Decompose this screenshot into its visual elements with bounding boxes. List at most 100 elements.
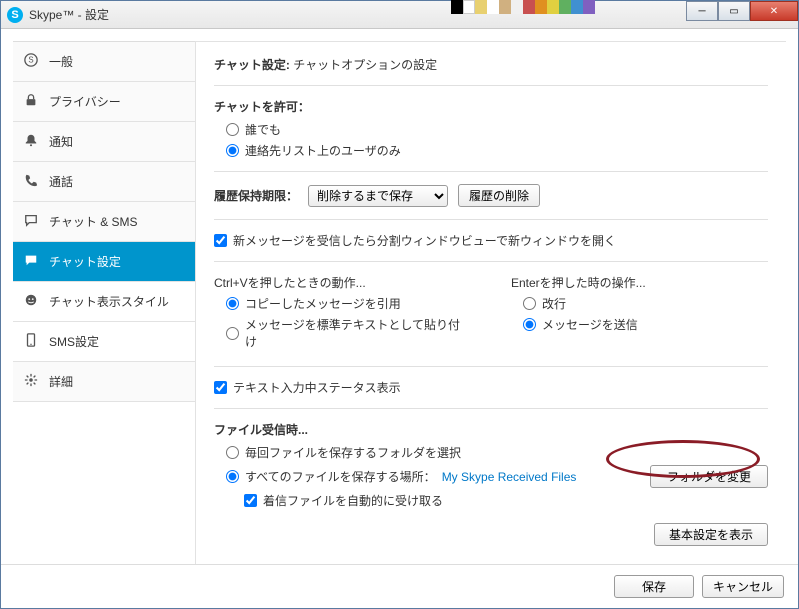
allow-anyone-radio[interactable]: [226, 123, 239, 136]
ctrlv-quote-row[interactable]: コピーしたメッセージを引用: [226, 295, 471, 312]
enter-newline-label: 改行: [542, 295, 566, 312]
enter-send-label: メッセージを送信: [542, 316, 638, 333]
sidebar-item-privacy[interactable]: プライバシー: [13, 82, 195, 122]
allow-contacts-radio[interactable]: [226, 144, 239, 157]
window-title: Skype™ - 設定: [29, 6, 109, 23]
bell-icon: [23, 133, 39, 150]
section-file-receive: ファイル受信時... 毎回ファイルを保存するフォルダを選択 すべてのファイルを保…: [214, 421, 768, 509]
file-saveall-row[interactable]: すべてのファイルを保存する場所： My Skype Received Files…: [226, 465, 768, 488]
sidebar-item-notifications[interactable]: 通知: [13, 122, 195, 162]
divider: [214, 366, 768, 367]
color-swatches: [451, 0, 595, 14]
file-saveall-radio[interactable]: [226, 470, 239, 483]
skype-logo-icon: S: [7, 7, 23, 23]
close-button[interactable]: ✕: [750, 1, 798, 21]
delete-history-button[interactable]: 履歴の削除: [458, 184, 540, 207]
cancel-button[interactable]: キャンセル: [702, 575, 784, 598]
divider: [214, 408, 768, 409]
split-window-checkbox[interactable]: [214, 234, 227, 247]
enter-send-row[interactable]: メッセージを送信: [523, 316, 768, 333]
ctrlv-quote-radio[interactable]: [226, 297, 239, 310]
sidebar-item-label: チャット & SMS: [49, 213, 138, 230]
enter-label: Enterを押した時の操作...: [511, 276, 646, 290]
show-basic-settings-button[interactable]: 基本設定を表示: [654, 523, 768, 546]
file-saveall-path[interactable]: My Skype Received Files: [442, 470, 577, 484]
file-receive-label: ファイル受信時...: [214, 421, 768, 438]
sidebar-item-calls[interactable]: 通話: [13, 162, 195, 202]
sidebar-item-chat-settings[interactable]: チャット設定: [13, 242, 195, 282]
sidebar-item-general[interactable]: S 一般: [13, 42, 195, 82]
phone-icon: [23, 173, 39, 190]
lock-icon: [23, 93, 39, 110]
titlebar: S Skype™ - 設定 ─ ▭ ✕: [1, 1, 798, 29]
sidebar-item-advanced[interactable]: 詳細: [13, 362, 195, 402]
split-window-row[interactable]: 新メッセージを受信したら分割ウィンドウビューで新ウィンドウを開く: [214, 232, 768, 249]
ctrlv-column: Ctrl+Vを押したときの動作... コピーしたメッセージを引用 メッセージを標…: [214, 274, 471, 354]
sidebar-item-sms-settings[interactable]: SMS設定: [13, 322, 195, 362]
window-body: S 一般 プライバシー 通知 通話: [1, 29, 798, 564]
footer: 保存 キャンセル: [1, 564, 798, 608]
split-window-label: 新メッセージを受信したら分割ウィンドウビューで新ウィンドウを開く: [233, 232, 616, 249]
allow-anyone-row[interactable]: 誰でも: [226, 121, 768, 138]
typing-status-checkbox[interactable]: [214, 381, 227, 394]
allow-contacts-row[interactable]: 連絡先リスト上のユーザのみ: [226, 142, 768, 159]
history-retention-select[interactable]: 削除するまで保存: [308, 185, 448, 207]
file-choose-folder-label: 毎回ファイルを保存するフォルダを選択: [245, 444, 461, 461]
typing-status-label: テキスト入力中ステータス表示: [233, 379, 401, 396]
sidebar-item-label: チャット表示スタイル: [49, 293, 169, 310]
divider: [214, 171, 768, 172]
enter-newline-row[interactable]: 改行: [523, 295, 768, 312]
save-button[interactable]: 保存: [614, 575, 694, 598]
enter-newline-radio[interactable]: [523, 297, 536, 310]
divider: [214, 261, 768, 262]
divider: [214, 219, 768, 220]
content-header: チャット設定: チャットオプションの設定: [214, 56, 768, 73]
svg-text:S: S: [28, 56, 33, 65]
file-saveall-prefix: すべてのファイルを保存する場所：: [245, 468, 436, 485]
sidebar-item-label: プライバシー: [49, 93, 121, 110]
ctrlv-paste-row[interactable]: メッセージを標準テキストとして貼り付け: [226, 316, 471, 350]
smiley-icon: [23, 293, 39, 310]
allow-anyone-label: 誰でも: [245, 121, 281, 138]
sidebar-item-chat-sms[interactable]: チャット & SMS: [13, 202, 195, 242]
settings-window: S Skype™ - 設定 ─ ▭ ✕ S 一般: [0, 0, 799, 609]
enter-column: Enterを押した時の操作... 改行 メッセージを送信: [511, 274, 768, 354]
change-folder-button[interactable]: フォルダを変更: [650, 465, 768, 488]
sidebar-item-label: チャット設定: [49, 253, 121, 270]
section-history: 履歴保持期限： 削除するまで保存 履歴の削除: [214, 184, 768, 207]
file-auto-accept-checkbox[interactable]: [244, 494, 257, 507]
typing-status-row[interactable]: テキスト入力中ステータス表示: [214, 379, 768, 396]
maximize-button[interactable]: ▭: [718, 1, 750, 21]
ctrlv-quote-label: コピーしたメッセージを引用: [245, 295, 401, 312]
sidebar-item-label: 詳細: [49, 373, 73, 390]
allow-contacts-label: 連絡先リスト上のユーザのみ: [245, 142, 401, 159]
mobile-icon: [23, 333, 39, 350]
sidebar-item-label: 通話: [49, 173, 73, 190]
file-choose-folder-row[interactable]: 毎回ファイルを保存するフォルダを選択: [226, 444, 768, 461]
file-auto-accept-row[interactable]: 着信ファイルを自動的に受け取る: [244, 492, 768, 509]
ctrlv-label: Ctrl+Vを押したときの動作...: [214, 276, 366, 290]
window-controls: ─ ▭ ✕: [686, 1, 798, 21]
skype-icon: S: [23, 53, 39, 70]
allow-chat-label: チャットを許可：: [214, 98, 768, 115]
file-choose-folder-radio[interactable]: [226, 446, 239, 459]
file-auto-accept-label: 着信ファイルを自動的に受け取る: [263, 492, 443, 509]
sidebar-item-label: SMS設定: [49, 333, 99, 350]
sidebar-item-label: 通知: [49, 133, 73, 150]
chat-icon: [23, 213, 39, 230]
ctrlv-paste-radio[interactable]: [226, 327, 239, 340]
ctrlv-paste-label: メッセージを標準テキストとして貼り付け: [245, 316, 471, 350]
sidebar: S 一般 プライバシー 通知 通話: [13, 41, 195, 564]
header-subtitle: チャットオプションの設定: [293, 58, 437, 72]
paste-enter-columns: Ctrl+Vを押したときの動作... コピーしたメッセージを引用 メッセージを標…: [214, 274, 768, 354]
header-title: チャット設定:: [214, 58, 290, 72]
history-label: 履歴保持期限：: [214, 187, 298, 204]
section-allow-chat: チャットを許可： 誰でも 連絡先リスト上のユーザのみ: [214, 98, 768, 159]
content-panel: チャット設定: チャットオプションの設定 チャットを許可： 誰でも 連絡先リスト…: [195, 41, 786, 564]
sidebar-item-label: 一般: [49, 53, 73, 70]
enter-send-radio[interactable]: [523, 318, 536, 331]
minimize-button[interactable]: ─: [686, 1, 718, 21]
basic-settings-row: 基本設定を表示: [214, 523, 768, 546]
sidebar-item-chat-style[interactable]: チャット表示スタイル: [13, 282, 195, 322]
divider: [214, 85, 768, 86]
